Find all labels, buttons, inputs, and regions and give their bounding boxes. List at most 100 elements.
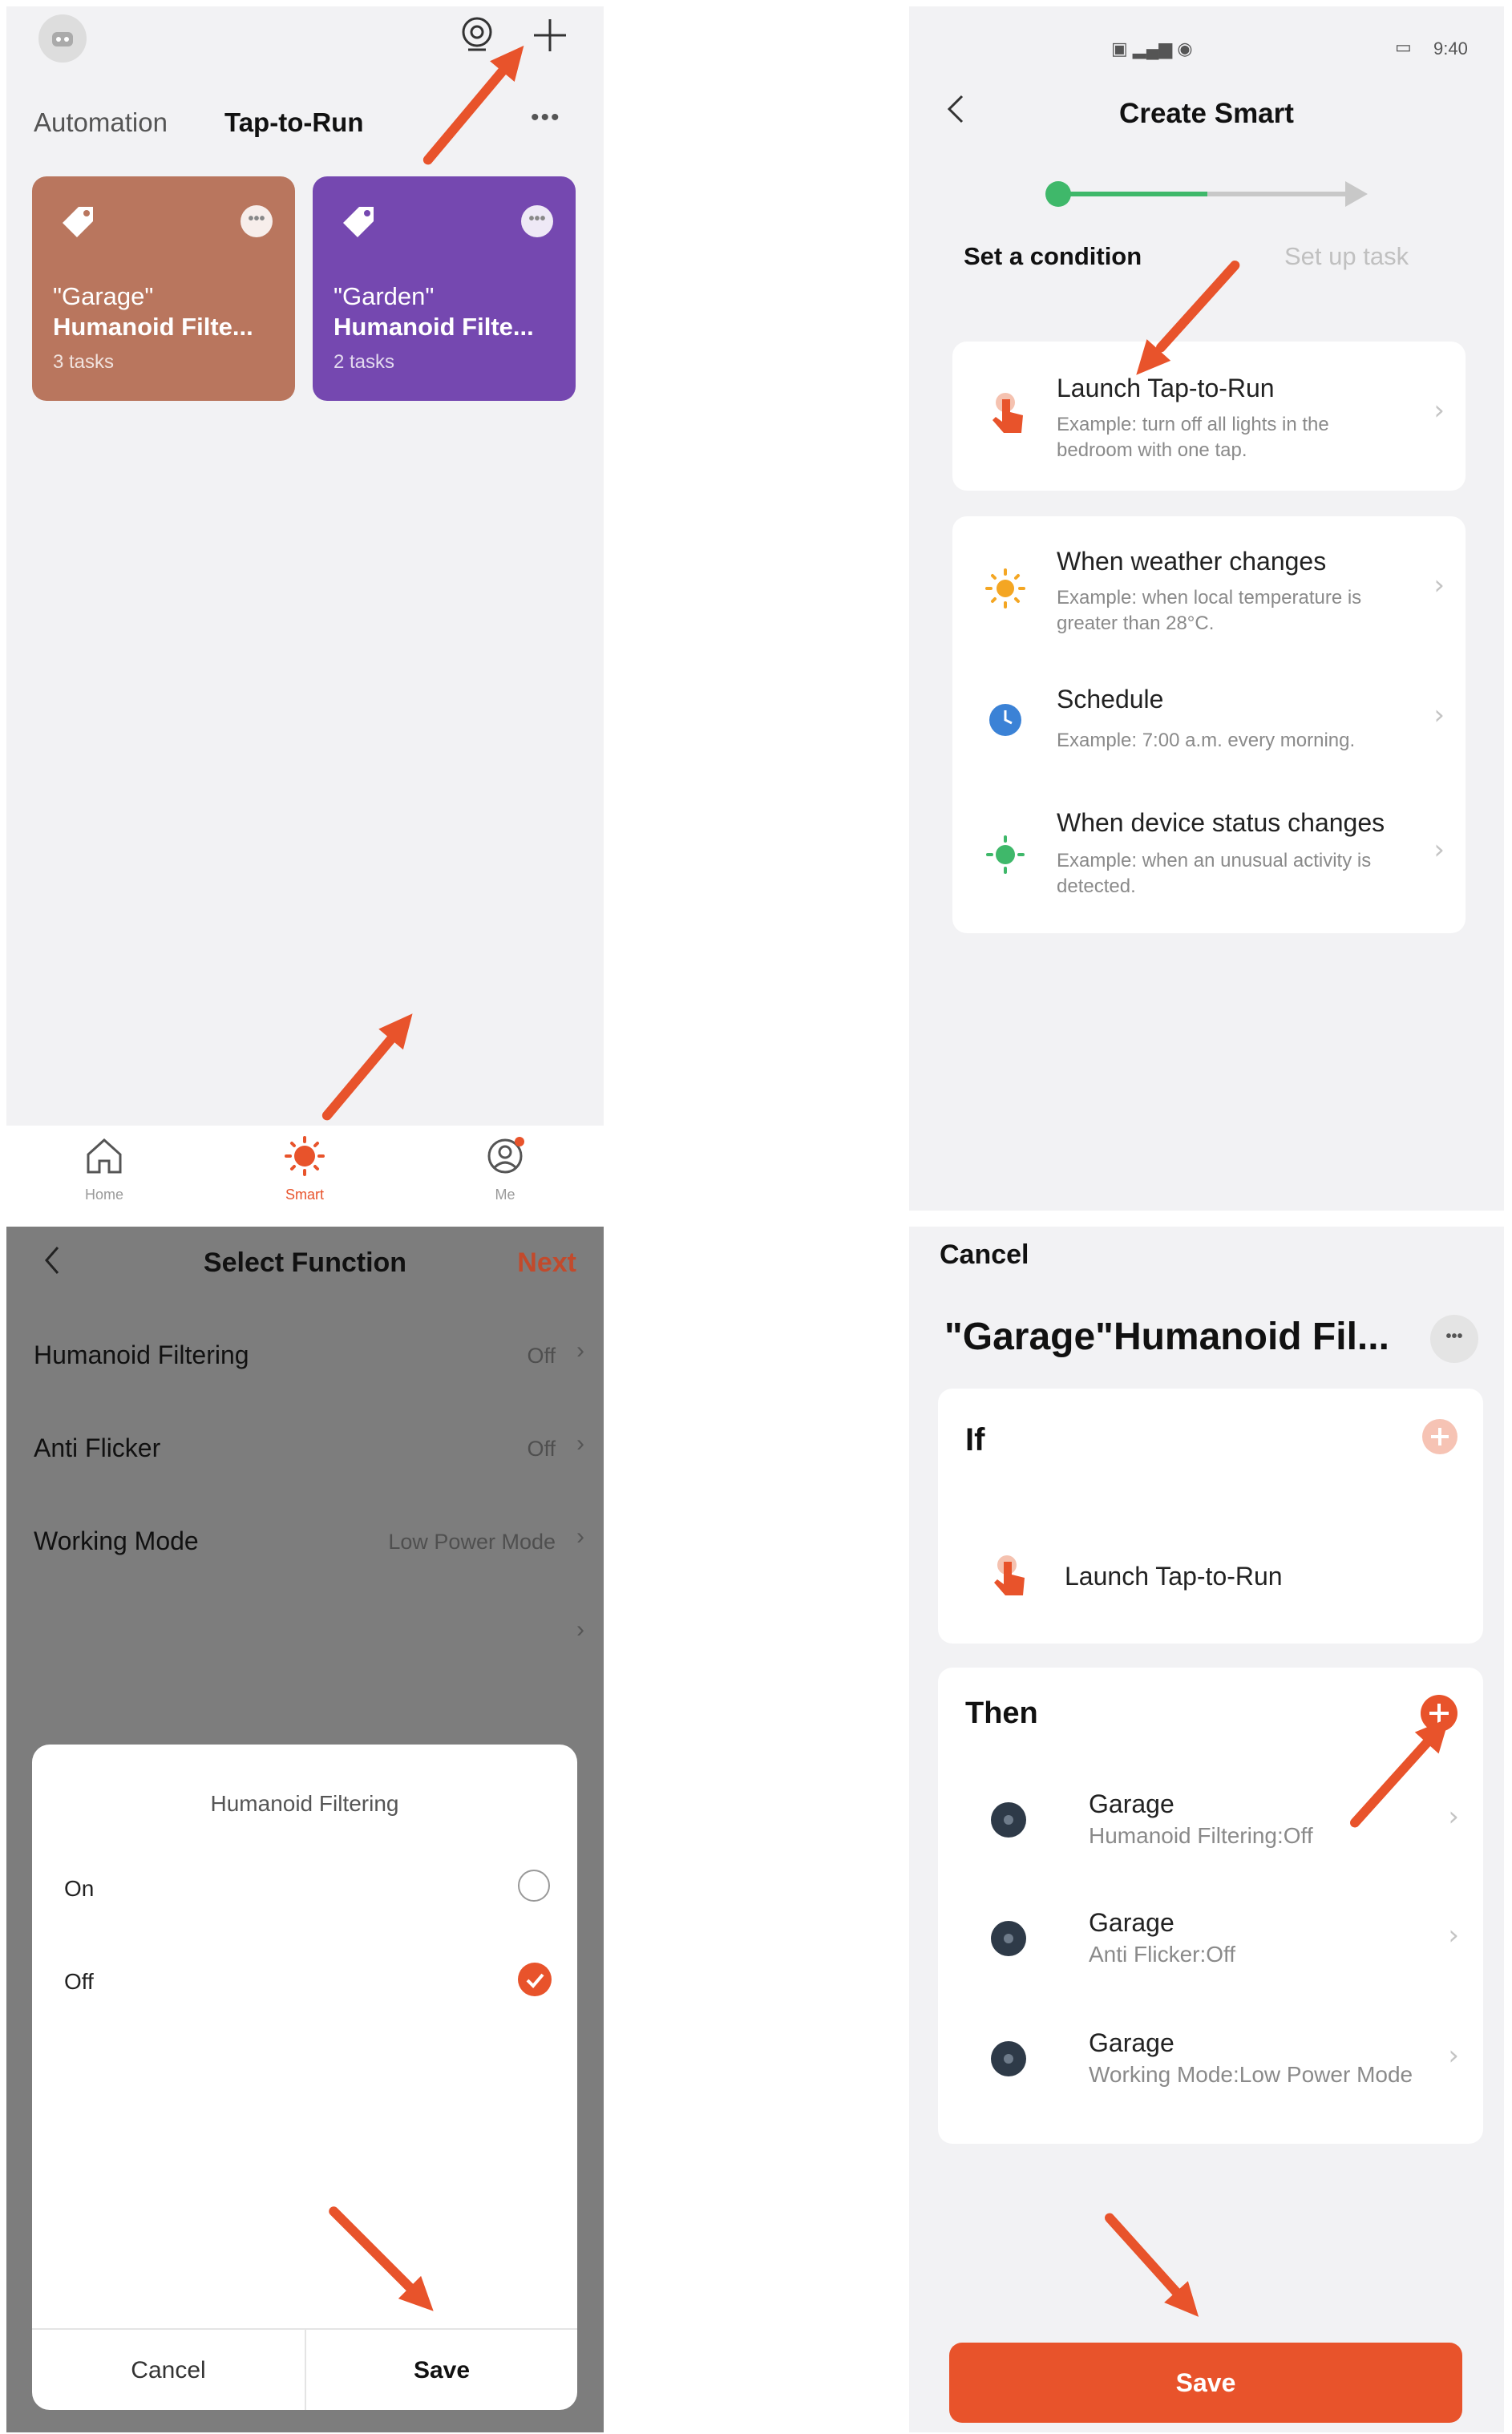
tile-title-line2: Humanoid Filte... [53, 313, 253, 341]
conditions-card: When weather changes Example: when local… [952, 516, 1466, 933]
tab-tap-to-run[interactable]: Tap-to-Run [224, 107, 364, 138]
function-label: Humanoid Filtering [34, 1340, 249, 1369]
task-row[interactable]: Garage Humanoid Filtering:Off › [938, 1769, 1483, 1881]
sun-icon [984, 568, 1026, 613]
camera-icon [991, 1802, 1026, 1838]
option-title: Schedule [1057, 685, 1164, 714]
home-icon[interactable] [83, 1135, 125, 1181]
nav-home-label[interactable]: Home [56, 1187, 152, 1203]
save-button[interactable]: Save [306, 2357, 577, 2384]
option-example: Example: when local temperature is great… [1057, 587, 1362, 634]
chevron-right-icon: › [1433, 834, 1445, 866]
save-button[interactable]: Save [949, 2343, 1462, 2423]
radio-unchecked[interactable] [518, 1870, 550, 1902]
camera-scan-icon[interactable] [457, 14, 497, 59]
if-label: If [965, 1422, 985, 1458]
page-title: Create Smart [1119, 98, 1294, 129]
next-button[interactable]: Next [517, 1247, 576, 1279]
task-detail: Working Mode:Low Power Mode [1089, 2062, 1413, 2087]
task-row[interactable]: Garage Anti Flicker:Off › [938, 1887, 1483, 1999]
chevron-right-icon: › [576, 1616, 584, 1643]
cancel-link[interactable]: Cancel [940, 1239, 1029, 1271]
function-value: Off [527, 1344, 556, 1368]
task-detail: Humanoid Filtering:Off [1089, 1823, 1313, 1848]
function-label: Anti Flicker [34, 1433, 161, 1462]
option-title: Launch Tap-to-Run [1057, 374, 1275, 402]
radio-checked-icon[interactable] [518, 1963, 552, 1996]
step-set-up-task: Set up task [1284, 242, 1409, 270]
cancel-button[interactable]: Cancel [32, 2357, 305, 2384]
tap-to-run-tile-garden[interactable]: ••• "Garden" Humanoid Filte... 2 tasks [313, 176, 576, 401]
tile-title-line2: Humanoid Filte... [334, 313, 534, 341]
signal-icons: ▣ ▂▄▆ ◉ [1111, 38, 1193, 59]
clock-icon [988, 702, 1023, 742]
camera-icon [991, 1921, 1026, 1956]
function-dialog: Humanoid Filtering On Off Cancel Save [32, 1745, 577, 2410]
add-task-icon[interactable] [1421, 1695, 1457, 1732]
chevron-right-icon: › [576, 1337, 584, 1364]
add-condition-icon[interactable] [1422, 1419, 1457, 1454]
chevron-right-icon: › [576, 1523, 584, 1550]
function-row[interactable]: › [6, 1586, 604, 1679]
option-label: Off [64, 1969, 94, 1994]
task-device: Garage [1089, 1789, 1174, 1818]
tile-more-icon[interactable]: ••• [241, 205, 273, 237]
tile-title-line1: "Garage" [53, 282, 154, 310]
function-label: Working Mode [34, 1526, 199, 1555]
option-label: On [64, 1876, 95, 1901]
chevron-right-icon: › [1448, 1919, 1459, 1951]
nav-smart-label[interactable]: Smart [257, 1187, 353, 1203]
smart-screen: Automation Tap-to-Run ••• ••• "Garage" H… [6, 6, 604, 1211]
option-weather[interactable]: When weather changes Example: when local… [952, 516, 1466, 653]
chevron-right-icon: › [1433, 699, 1445, 731]
tile-more-icon[interactable]: ••• [521, 205, 553, 237]
function-row[interactable]: Working Mode Low Power Mode › [6, 1493, 604, 1586]
dialog-title: Humanoid Filtering [210, 1791, 399, 1816]
tap-to-run-tile-garage[interactable]: ••• "Garage" Humanoid Filte... 3 tasks [32, 176, 295, 401]
camera-icon [991, 2041, 1026, 2076]
dialog-option-on[interactable]: On [32, 1849, 577, 1929]
more-options-icon[interactable]: ••• [531, 104, 561, 131]
function-row[interactable]: Humanoid Filtering Off › [6, 1307, 604, 1400]
add-icon[interactable] [531, 16, 569, 59]
battery-icon: ▭ [1395, 37, 1412, 57]
scene-title: "Garage"Humanoid Fil... [944, 1316, 1389, 1358]
nav-me-label[interactable]: Me [457, 1187, 553, 1203]
option-schedule[interactable]: Schedule Example: 7:00 a.m. every mornin… [952, 661, 1466, 781]
smart-icon[interactable] [284, 1135, 325, 1181]
chevron-right-icon: › [1433, 569, 1445, 601]
option-launch-tap-to-run[interactable]: Launch Tap-to-Run Example: turn off all … [952, 342, 1466, 491]
step-set-condition: Set a condition [964, 242, 1142, 270]
function-value: Low Power Mode [388, 1530, 556, 1554]
dialog-option-off[interactable]: Off [32, 1942, 577, 2022]
function-row[interactable]: Anti Flicker Off › [6, 1400, 604, 1493]
then-card: Then Garage Humanoid Filtering:Off › Gar… [938, 1668, 1483, 2144]
tab-automation[interactable]: Automation [34, 107, 168, 138]
option-title: When weather changes [1057, 547, 1327, 576]
app-logo[interactable] [38, 14, 87, 63]
option-example: Example: 7:00 a.m. every morning. [1057, 730, 1356, 751]
option-title: When device status changes [1057, 808, 1385, 837]
if-card: If Launch Tap-to-Run [938, 1389, 1483, 1644]
chevron-right-icon: › [1448, 2040, 1459, 2072]
condition-row[interactable]: Launch Tap-to-Run [938, 1538, 1483, 1618]
chevron-right-icon: › [1448, 1801, 1459, 1833]
tile-task-count: 3 tasks [53, 351, 115, 373]
more-options-icon[interactable]: ••• [1430, 1315, 1478, 1363]
me-icon[interactable] [484, 1135, 526, 1181]
scene-detail-screen: Cancel "Garage"Humanoid Fil... ••• If La… [909, 1227, 1504, 2432]
progress-end-arrow [1345, 181, 1368, 207]
tap-icon [988, 391, 1028, 440]
select-function-screen: Select Function Next Humanoid Filtering … [6, 1227, 604, 2432]
create-smart-screen: ▣ ▂▄▆ ◉ ▭ 9:40 Create Smart Set a condit… [909, 6, 1504, 1211]
task-device: Garage [1089, 1908, 1174, 1937]
option-device-status[interactable]: When device status changes Example: when… [952, 789, 1466, 925]
status-time: 9:40 [1433, 38, 1468, 59]
tag-icon [342, 204, 377, 243]
task-device: Garage [1089, 2028, 1174, 2057]
tile-title-line1: "Garden" [334, 282, 435, 310]
option-example: Example: when an unusual activity is det… [1057, 850, 1372, 897]
then-label: Then [965, 1696, 1038, 1730]
tap-icon [989, 1554, 1029, 1603]
task-row[interactable]: Garage Working Mode:Low Power Mode › [938, 2007, 1483, 2120]
